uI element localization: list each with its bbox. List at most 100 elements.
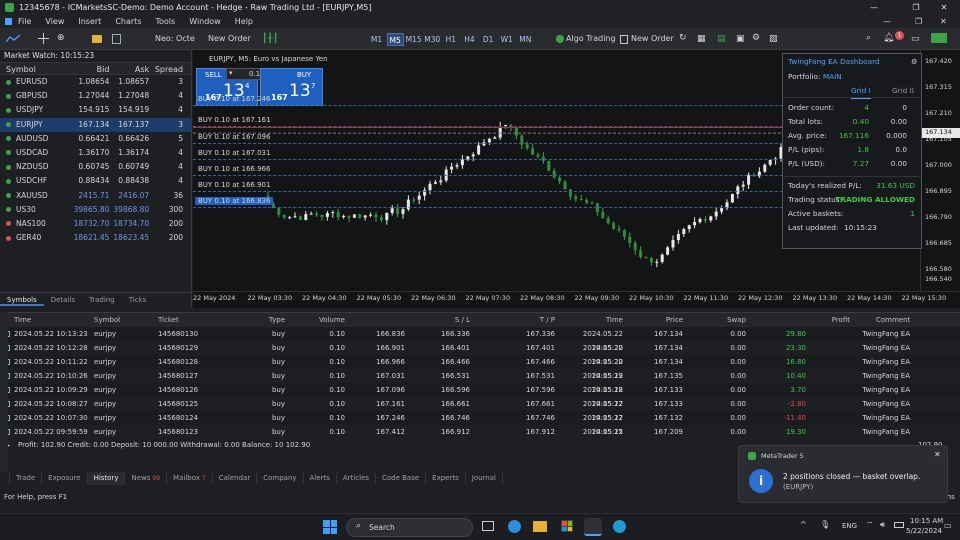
- toolbox-tab-trade[interactable]: Trade: [10, 472, 43, 485]
- chart-line-icon[interactable]: [6, 34, 20, 44]
- history-row[interactable]: 2024.05.22 09:59:59 eurjpy 145680123 buy 0.1…: [0, 425, 960, 450]
- mdi-restore-icon[interactable]: ❐: [915, 15, 922, 28]
- menu-view[interactable]: View: [45, 15, 64, 28]
- toolbox-tab-articles[interactable]: Articles: [337, 472, 376, 485]
- history-column-header[interactable]: Time: [555, 313, 623, 327]
- task-view-icon[interactable]: [482, 521, 494, 531]
- market-watch-row[interactable]: NZDUSD 0.60745 0.60749 4: [0, 160, 191, 174]
- menu-window[interactable]: Window: [189, 15, 221, 28]
- restore-icon[interactable]: ❐: [910, 0, 922, 15]
- timeframe-m1[interactable]: M1: [368, 33, 385, 46]
- settings-icon[interactable]: ⚙: [752, 33, 760, 43]
- history-column-header[interactable]: Ticket: [156, 313, 230, 327]
- timeframe-m15[interactable]: M15: [405, 33, 422, 46]
- refresh-icon[interactable]: ↻: [679, 33, 687, 43]
- toolbox-tab-experts[interactable]: Experts: [426, 472, 466, 485]
- indicators-icon[interactable]: [112, 34, 121, 44]
- clock-time[interactable]: 10:15 AM: [910, 517, 943, 525]
- notifications-icon[interactable]: 🔔︎: [883, 33, 894, 43]
- timeframe-w1[interactable]: W1: [498, 33, 515, 46]
- mw-tab-details[interactable]: Details: [44, 293, 82, 306]
- history-row[interactable]: 2024.05.22 10:10:26 eurjpy 145680127 buy 0.1…: [0, 369, 960, 394]
- mdi-close-icon[interactable]: ✕: [940, 15, 947, 28]
- mdi-minimize-icon[interactable]: —: [883, 15, 891, 28]
- market-watch-row[interactable]: EURJPY 167.134 167.137 3: [0, 117, 191, 132]
- column-spread[interactable]: Spread: [149, 63, 191, 74]
- history-column-header[interactable]: Time: [0, 313, 88, 327]
- grid-icon[interactable]: ▦: [697, 34, 706, 44]
- history-row[interactable]: 2024.05.22 10:09:29 eurjpy 145680126 buy 0.1…: [0, 383, 960, 408]
- timeframe-m5[interactable]: M5: [386, 33, 404, 46]
- history-column-price-open[interactable]: [345, 313, 405, 327]
- clock-date[interactable]: 5/22/2024: [906, 527, 942, 535]
- chart-area[interactable]: EURJPY, M5: Euro vs Japanese Yen SELL 16…: [193, 50, 960, 308]
- template-icon[interactable]: ▣: [736, 34, 745, 44]
- toast-close-icon[interactable]: ✕: [934, 450, 941, 459]
- toolbox-tab-exposure[interactable]: Exposure: [42, 472, 88, 485]
- history-column-header[interactable]: T / P: [470, 313, 555, 327]
- taskbar-search[interactable]: ⌕ Search: [346, 518, 473, 537]
- explorer-icon[interactable]: [533, 521, 547, 532]
- market-watch-row[interactable]: USDJPY 154.915 154.919 4: [0, 103, 191, 117]
- store-icon[interactable]: [561, 520, 573, 532]
- history-column-header[interactable]: Comment: [876, 313, 910, 327]
- minimize-icon[interactable]: —: [868, 0, 880, 15]
- market-watch-row[interactable]: NAS100 18732.70 18734.70 200: [0, 217, 191, 231]
- battery-icon[interactable]: [894, 522, 904, 528]
- history-column-header[interactable]: Swap: [683, 313, 746, 327]
- algo-trading-button[interactable]: Algo Trading: [563, 32, 619, 46]
- history-column-header[interactable]: Volume: [285, 313, 345, 327]
- screenshot-icon[interactable]: ▧: [769, 34, 778, 44]
- language-label[interactable]: ENG: [842, 522, 857, 530]
- toolbox-tab-company[interactable]: Company: [257, 472, 304, 485]
- notification-toast[interactable]: MetaTrader 5 ✕ i 2 positions closed — ba…: [738, 445, 948, 503]
- history-column-header[interactable]: S / L: [405, 313, 470, 327]
- market-watch-row[interactable]: US30 39865.80 39868.80 300: [0, 203, 191, 217]
- tray-chevron-icon[interactable]: ^: [800, 520, 807, 529]
- menu-file[interactable]: File: [18, 15, 31, 28]
- timeframe-h1[interactable]: H1: [442, 33, 459, 46]
- mw-tab-symbols[interactable]: Symbols: [0, 293, 44, 306]
- market-watch-row[interactable]: AUDUSD 0.66421 0.66426 5: [0, 132, 191, 146]
- ea-settings-icon[interactable]: ⚙: [911, 54, 918, 70]
- history-row[interactable]: 2024.05.22 10:13:23 eurjpy 145680130 buy 0.1…: [0, 327, 960, 352]
- wifi-icon[interactable]: ⌔: [866, 520, 874, 530]
- toolbox-tab-mailbox[interactable]: Mailbox 7: [167, 472, 213, 485]
- edge-icon[interactable]: [508, 520, 521, 533]
- history-column-header[interactable]: Type: [230, 313, 285, 327]
- folder-icon[interactable]: [92, 35, 102, 43]
- toolbox-tab-calendar[interactable]: Calendar: [213, 472, 258, 485]
- account-icon[interactable]: ▭: [911, 34, 920, 44]
- toolbox-tab-code-base[interactable]: Code Base: [376, 472, 427, 485]
- mw-tab-ticks[interactable]: Ticks: [122, 293, 154, 306]
- history-row[interactable]: 2024.05.22 10:07:30 eurjpy 145680124 buy 0.1…: [0, 411, 960, 436]
- timeframe-m30[interactable]: M30: [424, 33, 441, 46]
- volume-icon[interactable]: 🔊︎: [880, 520, 885, 530]
- menu-help[interactable]: Help: [235, 15, 253, 28]
- zoom-in-icon[interactable]: ⊕: [57, 33, 65, 43]
- timeframe-d1[interactable]: D1: [480, 33, 497, 46]
- close-icon[interactable]: ✕: [938, 0, 950, 15]
- timeframe-mn[interactable]: MN: [517, 33, 534, 46]
- new-order-button-2[interactable]: New Order: [628, 32, 677, 46]
- history-row[interactable]: 2024.05.22 10:11:22 eurjpy 145680128 buy 0.1…: [0, 355, 960, 380]
- market-watch-row[interactable]: EURUSD 1.08654 1.08657 3: [0, 75, 191, 89]
- bars-icon[interactable]: ▤: [717, 34, 726, 44]
- toolbox-tab-history[interactable]: History: [87, 472, 126, 485]
- crosshair-icon[interactable]: [38, 33, 49, 44]
- toolbox-tab-news[interactable]: News 99: [125, 472, 168, 485]
- mic-icon[interactable]: 🎙︎: [820, 520, 830, 529]
- search-icon[interactable]: ⌕: [866, 33, 871, 43]
- market-watch-row[interactable]: XAUUSD 2415.71 2416.07 36: [0, 189, 191, 203]
- history-column-header[interactable]: Price: [623, 313, 683, 327]
- new-order-button[interactable]: New Order: [205, 32, 254, 46]
- market-watch-row[interactable]: GER40 18621.45 18623.45 200: [0, 231, 191, 245]
- history-row[interactable]: 2024.05.22 10:08:27 eurjpy 145680125 buy 0.1…: [0, 397, 960, 422]
- menu-insert[interactable]: Insert: [78, 15, 101, 28]
- mw-tab-trading[interactable]: Trading: [82, 293, 122, 306]
- notification-center-icon[interactable]: ▭: [944, 521, 952, 530]
- history-row[interactable]: 2024.05.22 10:12:28 eurjpy 145680129 buy 0.1…: [0, 341, 960, 366]
- grid2-header[interactable]: Grid II: [892, 84, 914, 98]
- start-icon[interactable]: [323, 520, 337, 534]
- column-ask[interactable]: Ask: [109, 63, 149, 74]
